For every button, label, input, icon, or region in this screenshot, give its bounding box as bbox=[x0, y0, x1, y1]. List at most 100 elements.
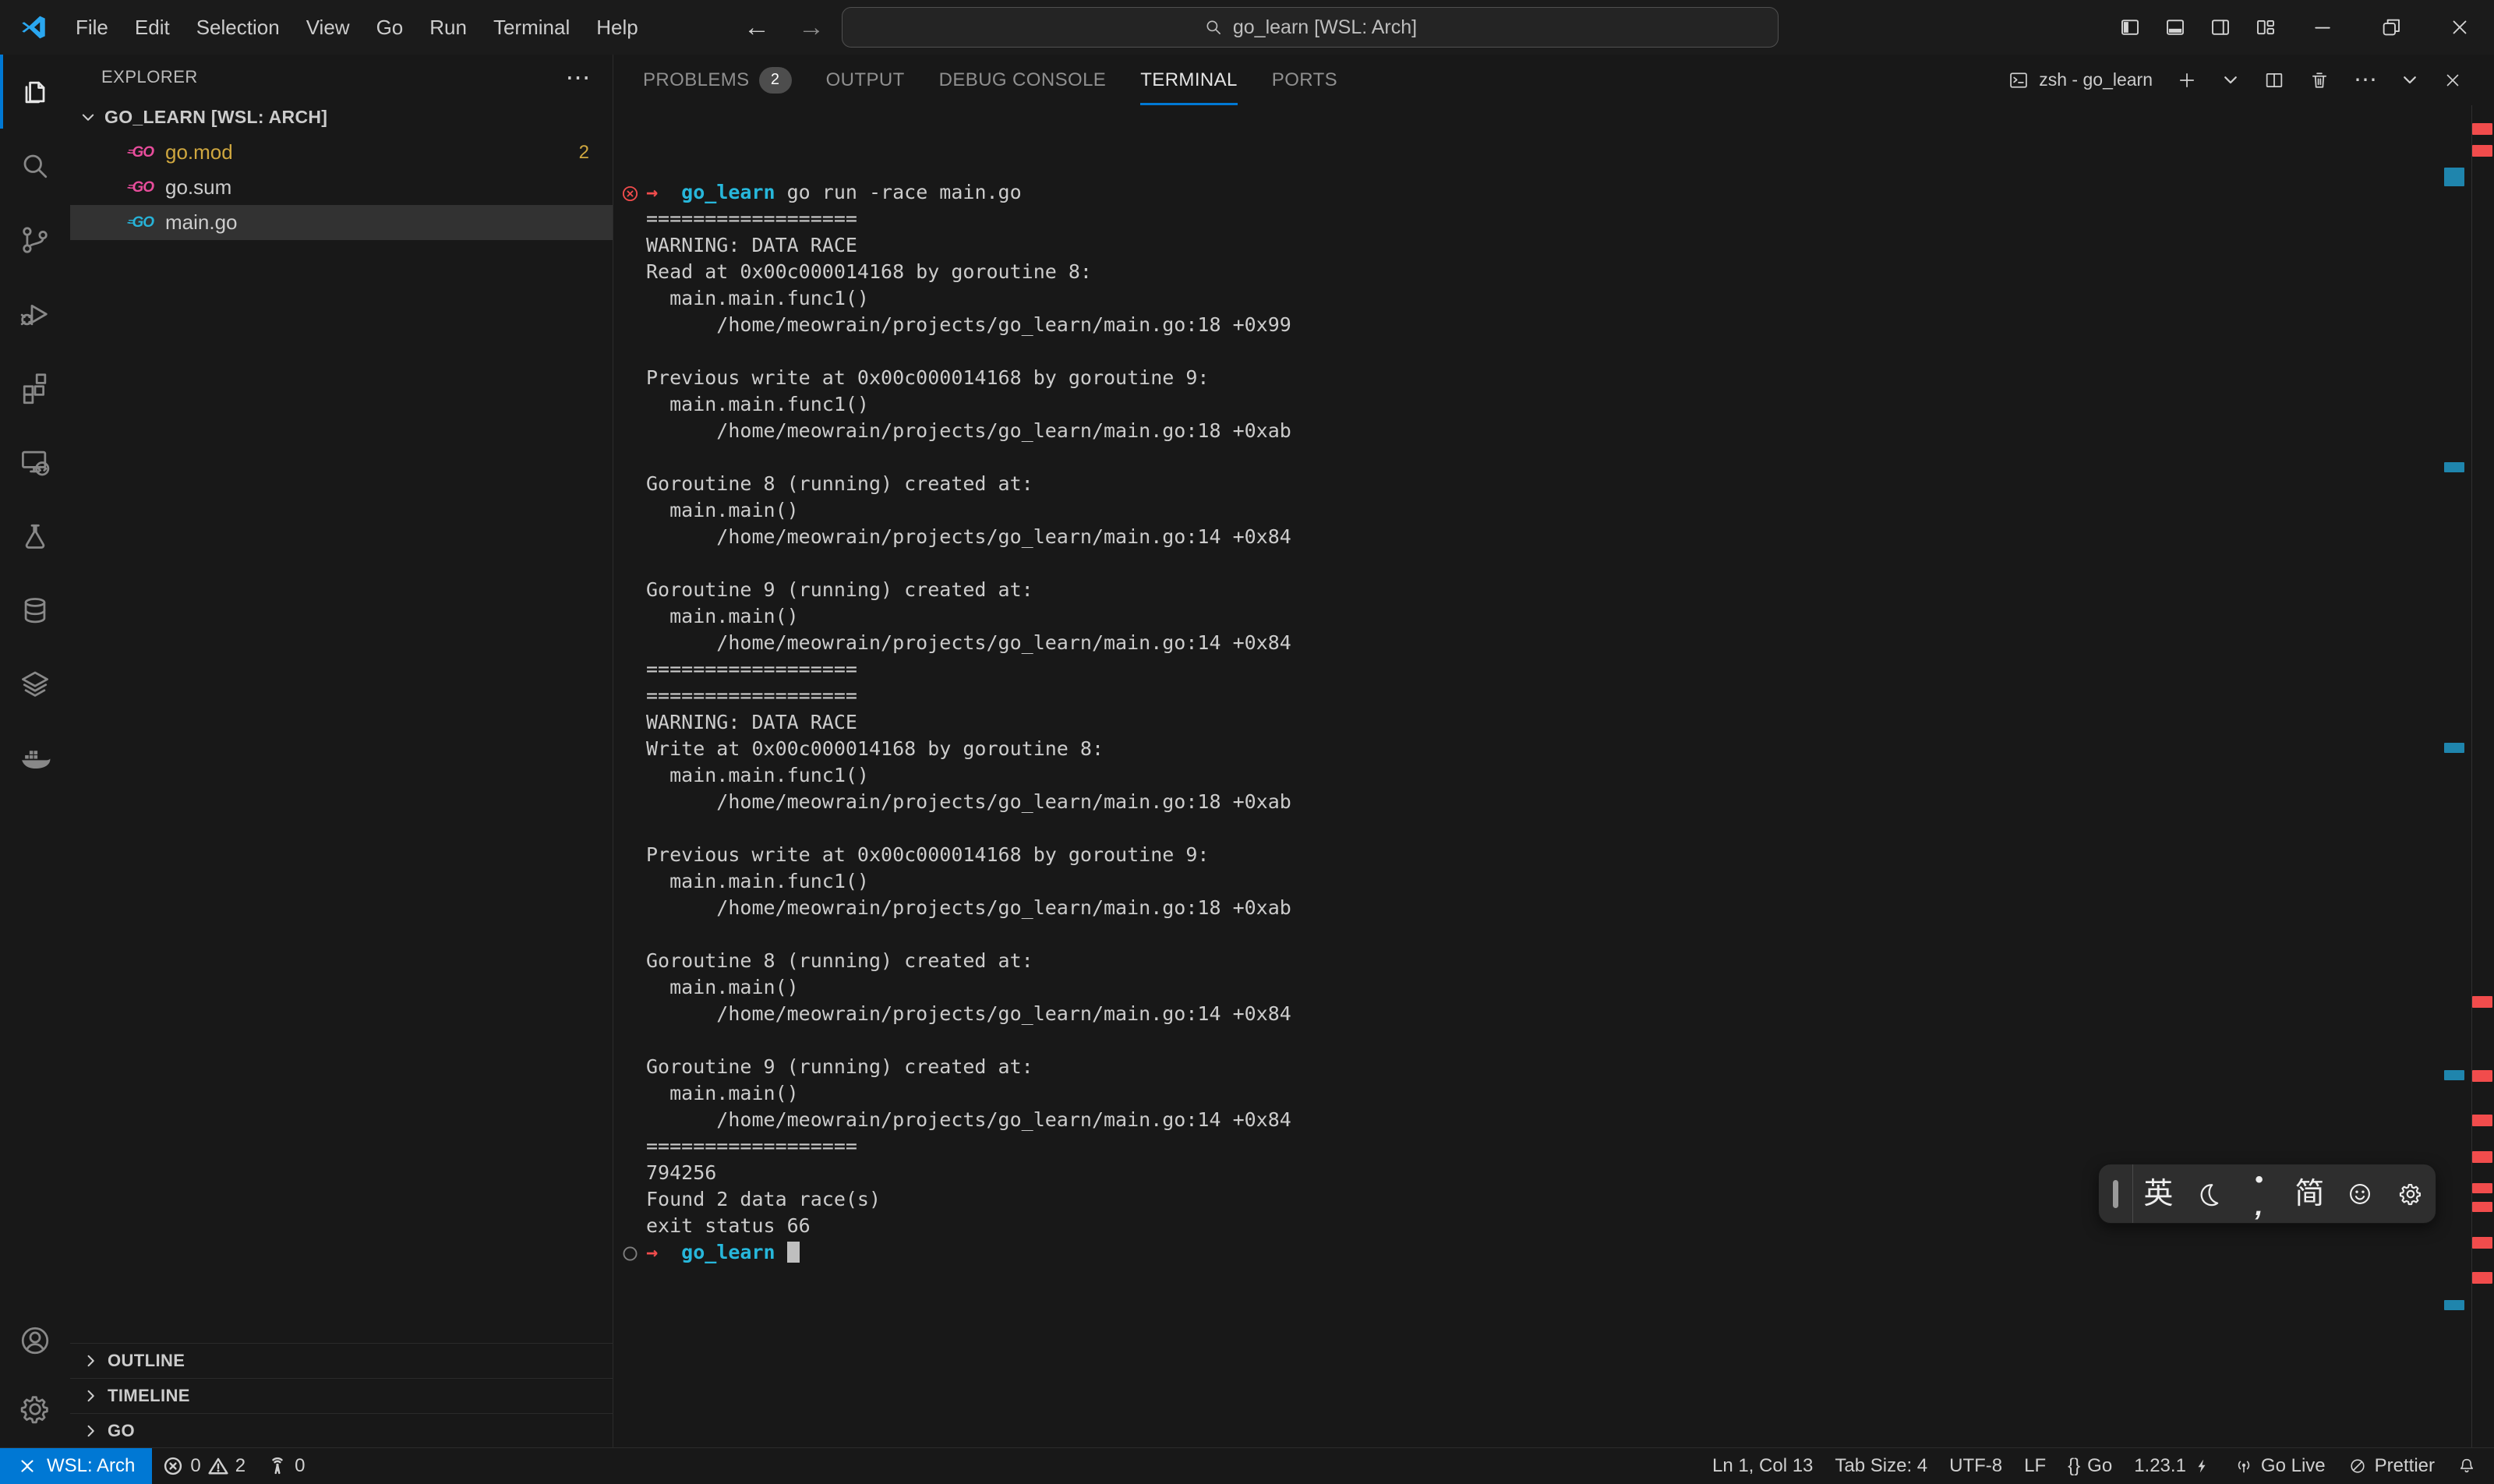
ime-punctuation-button[interactable]: •, bbox=[2234, 1168, 2284, 1220]
terminal-line: main.main.func1() bbox=[646, 391, 2494, 418]
run-debug-icon[interactable] bbox=[0, 277, 70, 351]
terminal-line: /home/meowrain/projects/go_learn/main.go… bbox=[646, 1107, 2494, 1133]
forwarded-ports-status[interactable]: 0 bbox=[256, 1455, 316, 1477]
terminal-line: Read at 0x00c000014168 by goroutine 8: bbox=[646, 259, 2494, 285]
encoding[interactable]: UTF-8 bbox=[1938, 1455, 2013, 1477]
ime-drag-handle[interactable] bbox=[2113, 1180, 2118, 1208]
tab-terminal[interactable]: TERMINAL bbox=[1140, 55, 1238, 105]
customize-layout-icon[interactable] bbox=[2243, 0, 2288, 55]
terminal-line: /home/meowrain/projects/go_learn/main.go… bbox=[646, 630, 2494, 656]
terminal-output: → go_learn go run -race main.go =========… bbox=[646, 179, 2494, 1266]
testing-icon[interactable] bbox=[0, 499, 70, 573]
terminal-line: → go_learn go run -race main.go bbox=[646, 179, 2494, 206]
folder-root[interactable]: GO_LEARN [WSL: ARCH] bbox=[70, 100, 613, 135]
split-terminal-icon[interactable] bbox=[2263, 69, 2285, 91]
toggle-panel-icon[interactable] bbox=[2153, 0, 2198, 55]
remote-indicator[interactable]: WSL: Arch bbox=[0, 1448, 152, 1484]
tab-size[interactable]: Tab Size: 4 bbox=[1824, 1455, 1938, 1477]
file-main-go[interactable]: GO main.go bbox=[70, 205, 613, 240]
menu-edit[interactable]: Edit bbox=[122, 11, 183, 44]
section-timeline[interactable]: TIMELINE bbox=[70, 1378, 613, 1413]
ime-emoji-icon[interactable] bbox=[2335, 1181, 2386, 1207]
terminal-line: /home/meowrain/projects/go_learn/main.go… bbox=[646, 1001, 2494, 1027]
problems-status[interactable]: 0 2 bbox=[152, 1455, 256, 1477]
database-icon[interactable] bbox=[0, 573, 70, 647]
extensions-icon[interactable] bbox=[0, 351, 70, 425]
eol-sequence[interactable]: LF bbox=[2013, 1455, 2057, 1477]
file-go-sum[interactable]: GO go.sum bbox=[70, 170, 613, 205]
go-file-icon: GO bbox=[123, 214, 157, 231]
settings-gear-icon[interactable] bbox=[0, 1375, 70, 1443]
menu-selection[interactable]: Selection bbox=[183, 11, 293, 44]
source-control-icon[interactable] bbox=[0, 203, 70, 277]
layers-icon[interactable] bbox=[0, 647, 70, 721]
terminal-instance[interactable]: zsh - go_learn bbox=[2008, 69, 2153, 91]
ime-halfwidth-moon-icon[interactable] bbox=[2184, 1180, 2234, 1208]
file-go-mod[interactable]: GO go.mod 2 bbox=[70, 135, 613, 170]
menu-run[interactable]: Run bbox=[416, 11, 480, 44]
section-outline[interactable]: OUTLINE bbox=[70, 1343, 613, 1378]
section-go[interactable]: GO bbox=[70, 1413, 613, 1448]
menu-go[interactable]: Go bbox=[363, 11, 417, 44]
tab-ports[interactable]: PORTS bbox=[1272, 55, 1337, 105]
ime-settings-gear-icon[interactable] bbox=[2385, 1181, 2436, 1207]
terminal-line: ================== bbox=[646, 683, 2494, 709]
terminal-line: Goroutine 8 (running) created at: bbox=[646, 948, 2494, 974]
ime-language-button[interactable]: 英 bbox=[2133, 1179, 2184, 1209]
remote-explorer-icon[interactable] bbox=[0, 425, 70, 499]
back-button[interactable]: ← bbox=[733, 0, 781, 55]
go-version[interactable]: 1.23.1 bbox=[2123, 1455, 2223, 1477]
warning-icon bbox=[208, 1456, 228, 1476]
terminal-line: Goroutine 9 (running) created at: bbox=[646, 577, 2494, 603]
tab-debug-console[interactable]: DEBUG CONSOLE bbox=[939, 55, 1107, 105]
terminal-line: Write at 0x00c000014168 by goroutine 8: bbox=[646, 736, 2494, 762]
launch-profile-chevron-icon[interactable] bbox=[2221, 71, 2240, 90]
problems-badge: 2 bbox=[759, 67, 792, 94]
language-mode[interactable]: {} Go bbox=[2057, 1455, 2123, 1477]
views-and-more-actions-icon[interactable]: ⋯ bbox=[566, 62, 592, 92]
forward-button[interactable]: → bbox=[787, 0, 835, 55]
ruler-error-mark bbox=[2472, 1115, 2492, 1126]
terminal-line: Goroutine 8 (running) created at: bbox=[646, 471, 2494, 497]
close-button[interactable] bbox=[2425, 0, 2494, 55]
ruler-command-mark bbox=[2444, 743, 2464, 753]
prettier-status[interactable]: Prettier bbox=[2337, 1455, 2446, 1477]
explorer-icon[interactable] bbox=[0, 55, 70, 129]
menu-help[interactable]: Help bbox=[583, 11, 651, 44]
toggle-primary-sidebar-icon[interactable] bbox=[2107, 0, 2153, 55]
command-ring-icon[interactable] bbox=[621, 1243, 639, 1261]
terminal-line: main.main() bbox=[646, 603, 2494, 630]
menu-view[interactable]: View bbox=[293, 11, 363, 44]
kill-terminal-icon[interactable] bbox=[2309, 69, 2330, 91]
notifications-bell-icon[interactable] bbox=[2446, 1456, 2488, 1476]
close-panel-icon[interactable] bbox=[2443, 70, 2463, 90]
toggle-secondary-sidebar-icon[interactable] bbox=[2198, 0, 2243, 55]
tab-output[interactable]: OUTPUT bbox=[826, 55, 905, 105]
new-terminal-icon[interactable] bbox=[2176, 69, 2198, 91]
terminal-line: /home/meowrain/projects/go_learn/main.go… bbox=[646, 418, 2494, 444]
restore-button[interactable] bbox=[2357, 0, 2425, 55]
ime-simplified-button[interactable]: 简 bbox=[2284, 1179, 2335, 1209]
panel-tabs: PROBLEMS 2 OUTPUT DEBUG CONSOLE TERMINAL… bbox=[613, 55, 2494, 105]
go-live-button[interactable]: Go Live bbox=[2223, 1455, 2337, 1477]
lightning-icon bbox=[2193, 1457, 2212, 1475]
terminal-line bbox=[646, 444, 2494, 471]
cursor-position[interactable]: Ln 1, Col 13 bbox=[1701, 1455, 1824, 1477]
minimize-button[interactable] bbox=[2288, 0, 2357, 55]
terminal-cursor bbox=[787, 1242, 800, 1263]
menu-file[interactable]: File bbox=[62, 11, 122, 44]
command-failed-icon[interactable] bbox=[621, 183, 639, 201]
panel-size-chevron-icon[interactable] bbox=[2400, 71, 2419, 90]
ruler-error-mark bbox=[2472, 145, 2492, 157]
terminal[interactable]: → go_learn go run -race main.go =========… bbox=[613, 105, 2494, 1448]
docker-icon[interactable] bbox=[0, 721, 70, 795]
chevron-down-icon bbox=[79, 109, 97, 126]
search-icon[interactable] bbox=[0, 129, 70, 203]
command-center-search[interactable]: go_learn [WSL: Arch] bbox=[842, 7, 1779, 48]
menu-terminal[interactable]: Terminal bbox=[480, 11, 583, 44]
status-bar: WSL: Arch 0 2 0 Ln 1, Col 13 Tab Size: 4… bbox=[0, 1447, 2494, 1484]
panel-more-actions-icon[interactable]: ⋯ bbox=[2354, 66, 2377, 94]
accounts-icon[interactable] bbox=[0, 1306, 70, 1375]
tab-problems[interactable]: PROBLEMS 2 bbox=[643, 55, 792, 105]
file-name: main.go bbox=[165, 210, 238, 235]
